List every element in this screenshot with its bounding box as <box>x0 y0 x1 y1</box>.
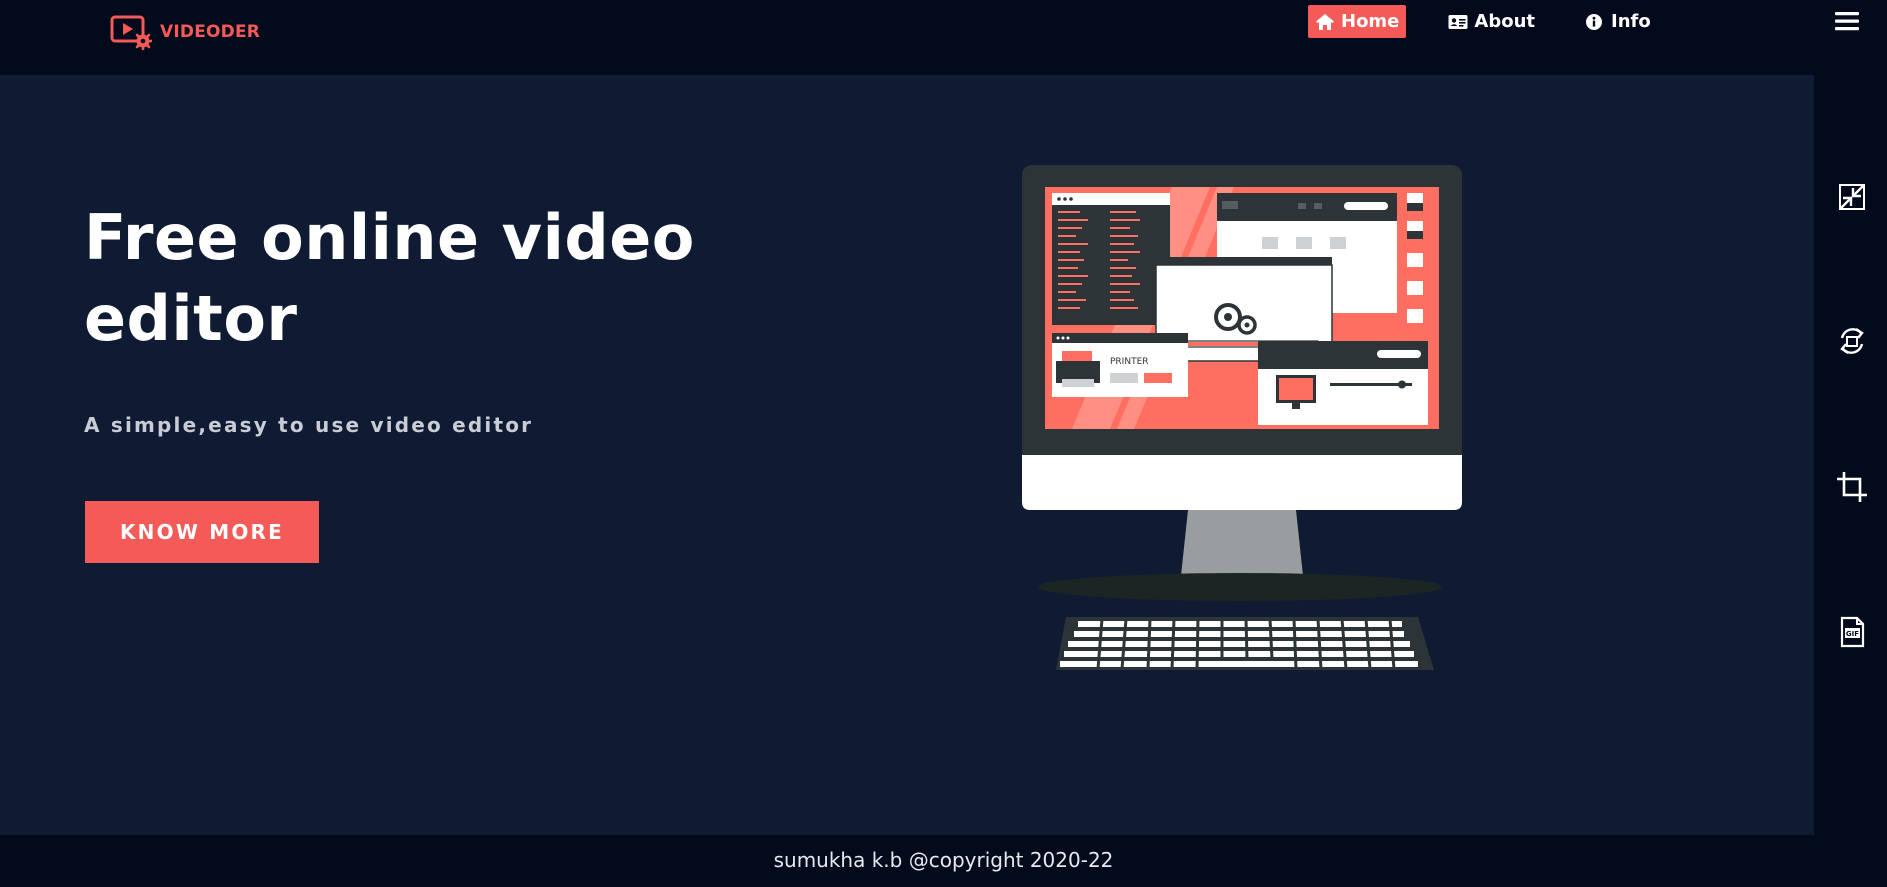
nav-about-link[interactable]: About <box>1441 5 1542 38</box>
nav-home-link[interactable]: Home <box>1308 5 1407 38</box>
rotate-tool-button[interactable] <box>1836 325 1868 357</box>
rotate-icon <box>1840 328 1864 354</box>
nav-info-link[interactable]: Info <box>1578 5 1658 38</box>
brand-logo-link[interactable]: VIDEODER <box>110 14 260 50</box>
nav-info-label: Info <box>1611 11 1651 32</box>
nav-home-label: Home <box>1341 11 1400 32</box>
gif-tool-button[interactable]: GIF <box>1836 616 1868 648</box>
gif-file-icon: GIF <box>1840 616 1865 648</box>
nav-about-label: About <box>1474 11 1536 32</box>
hero-section: Free online video editor A simple,easy t… <box>0 75 1814 835</box>
video-settings-icon <box>110 15 152 50</box>
crop-tool-button[interactable] <box>1836 471 1868 503</box>
know-more-button[interactable]: KNOW MORE <box>85 501 319 563</box>
hamburger-menu-icon <box>1835 12 1859 31</box>
hero-title: Free online video editor <box>84 201 695 355</box>
id-card-icon <box>1448 14 1468 29</box>
svg-text:PRINTER: PRINTER <box>1110 357 1149 367</box>
brand-name: VIDEODER <box>160 22 261 42</box>
top-navbar: VIDEODER Home About Info <box>0 0 1887 75</box>
page-footer: sumukha k.b @copyright 2020-22 <box>0 835 1887 887</box>
compress-icon <box>1839 184 1865 210</box>
main-nav: Home About Info <box>1308 5 1658 38</box>
compress-tool-button[interactable] <box>1836 181 1868 213</box>
tools-sidebar: GIF <box>1814 75 1887 835</box>
copyright-text: sumukha k.b @copyright 2020-22 <box>773 848 1114 872</box>
crop-icon <box>1837 472 1867 502</box>
desktop-computer-illustration: PRINTER <box>1022 165 1462 675</box>
hamburger-menu-button[interactable] <box>1834 8 1860 34</box>
hero-subtitle: A simple,easy to use video editor <box>84 413 534 437</box>
home-icon <box>1316 13 1334 30</box>
svg-text:GIF: GIF <box>1846 630 1859 638</box>
info-circle-icon <box>1586 13 1603 30</box>
